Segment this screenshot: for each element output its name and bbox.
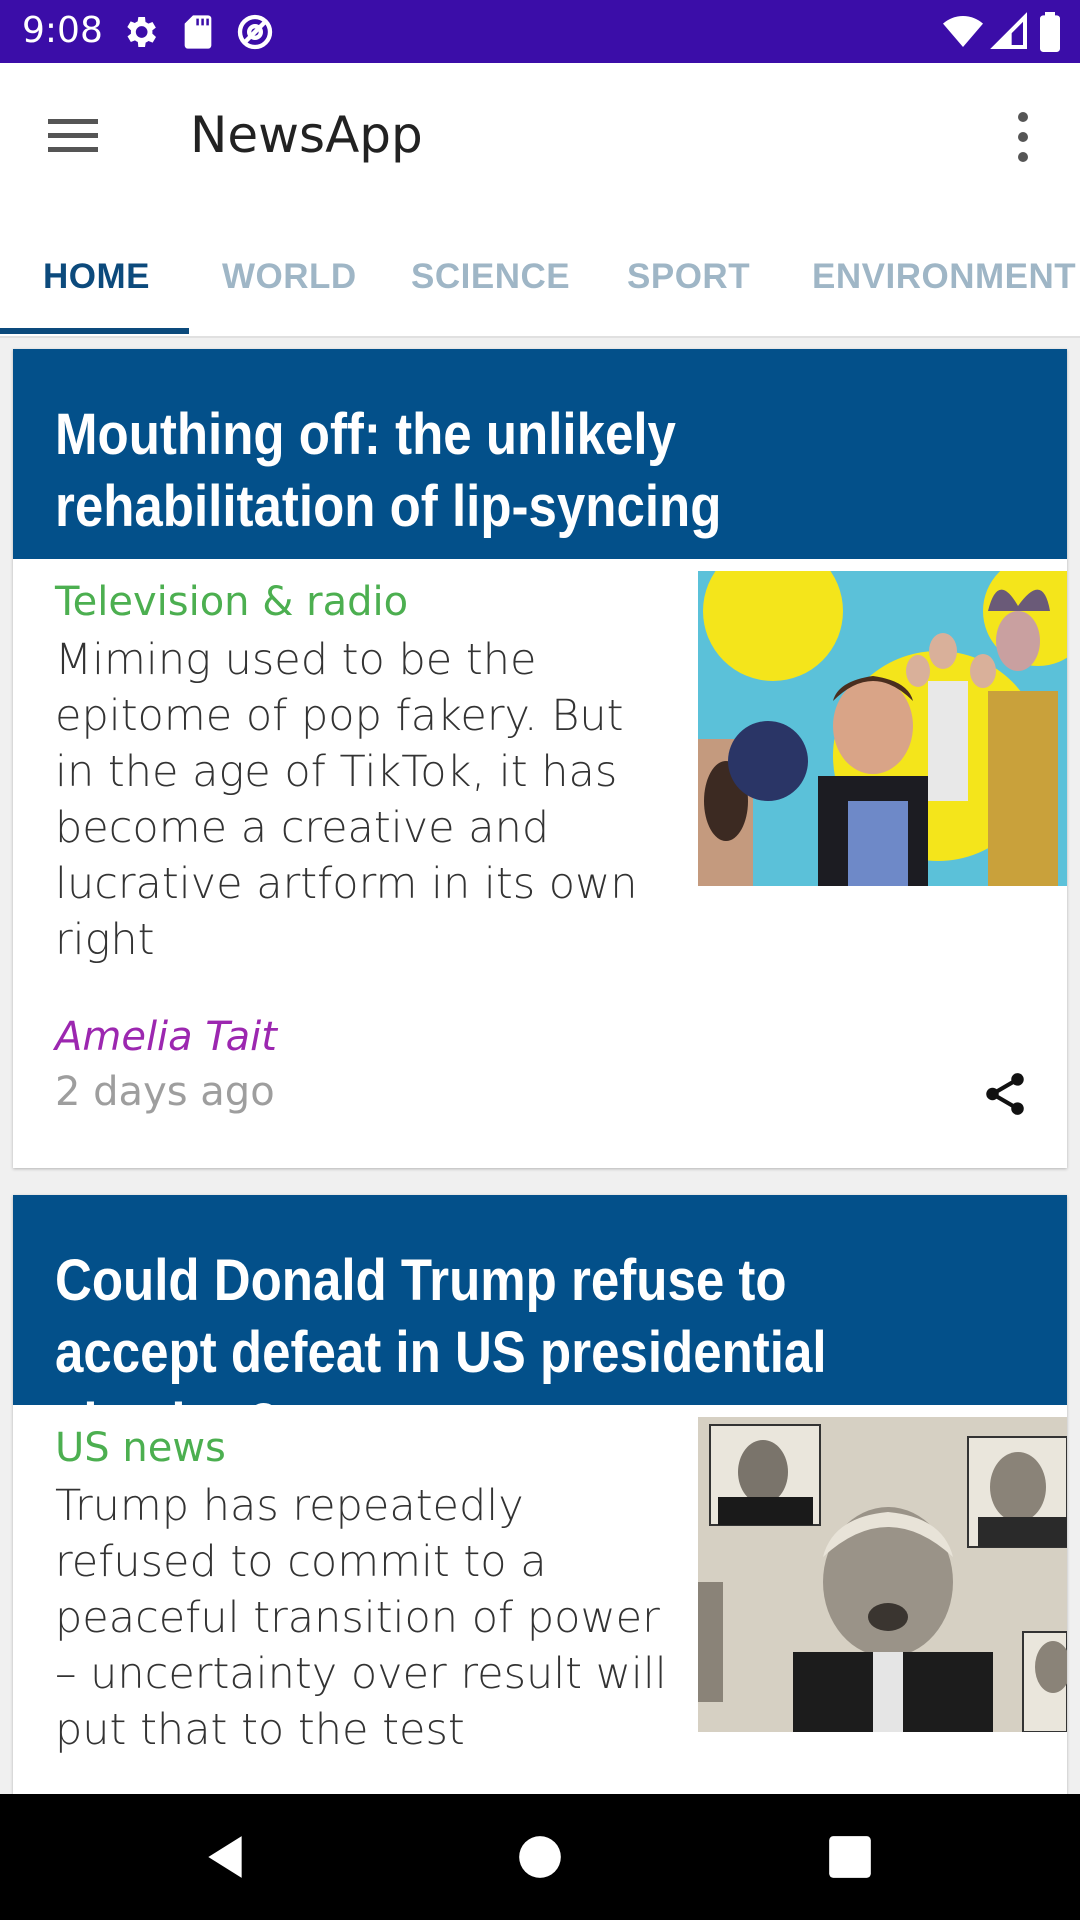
hamburger-menu-icon[interactable]	[40, 113, 106, 163]
article-summary: Trump has repeatedly refused to commit t…	[55, 1481, 667, 1755]
article-header: Mouthing off: the unlikely rehabilitatio…	[13, 349, 1067, 559]
back-icon[interactable]	[200, 1832, 250, 1882]
article-section: US news	[55, 1425, 226, 1471]
category-tabs: HOME WORLD SCIENCE SPORT ENVIRONMENT	[0, 211, 1080, 338]
article-card[interactable]: Mouthing off: the unlikely rehabilitatio…	[13, 349, 1067, 1168]
tab-sport[interactable]: SPORT	[627, 257, 750, 297]
article-author: Amelia Tait	[55, 1014, 277, 1060]
article-card[interactable]: Could Donald Trump refuse to accept defe…	[13, 1195, 1067, 1805]
status-bar: 9:08	[0, 0, 1080, 63]
wifi-icon	[943, 16, 983, 47]
status-time: 9:08	[22, 10, 103, 51]
article-thumbnail[interactable]	[698, 571, 1067, 886]
share-icon[interactable]	[980, 1069, 1030, 1119]
more-vert-icon[interactable]	[1000, 108, 1044, 168]
active-tab-indicator	[0, 328, 189, 334]
article-time: 2 days ago	[55, 1069, 275, 1115]
signal-icon	[990, 12, 1027, 49]
article-section: Television & radio	[55, 579, 409, 625]
recents-icon[interactable]	[825, 1832, 875, 1882]
article-summary: Miming used to be the epitome of pop fak…	[55, 635, 638, 965]
article-header: Could Donald Trump refuse to accept defe…	[13, 1195, 1067, 1457]
gear-icon	[127, 17, 156, 47]
tab-world[interactable]: WORLD	[222, 257, 357, 297]
app-bar: NewsApp	[0, 63, 1080, 211]
system-nav-bar	[0, 1794, 1080, 1920]
tab-environment[interactable]: ENVIRONMENT	[812, 257, 1076, 297]
app-title: NewsApp	[190, 106, 423, 164]
sd-card-icon	[184, 15, 212, 49]
article-thumbnail[interactable]	[698, 1417, 1067, 1732]
tab-home[interactable]: HOME	[43, 257, 150, 297]
article-title[interactable]: Mouthing off: the unlikely rehabilitatio…	[55, 399, 917, 543]
tab-science[interactable]: SCIENCE	[411, 257, 570, 297]
at-sign-icon	[237, 14, 273, 50]
home-icon[interactable]	[515, 1832, 565, 1882]
battery-icon	[1040, 12, 1060, 52]
